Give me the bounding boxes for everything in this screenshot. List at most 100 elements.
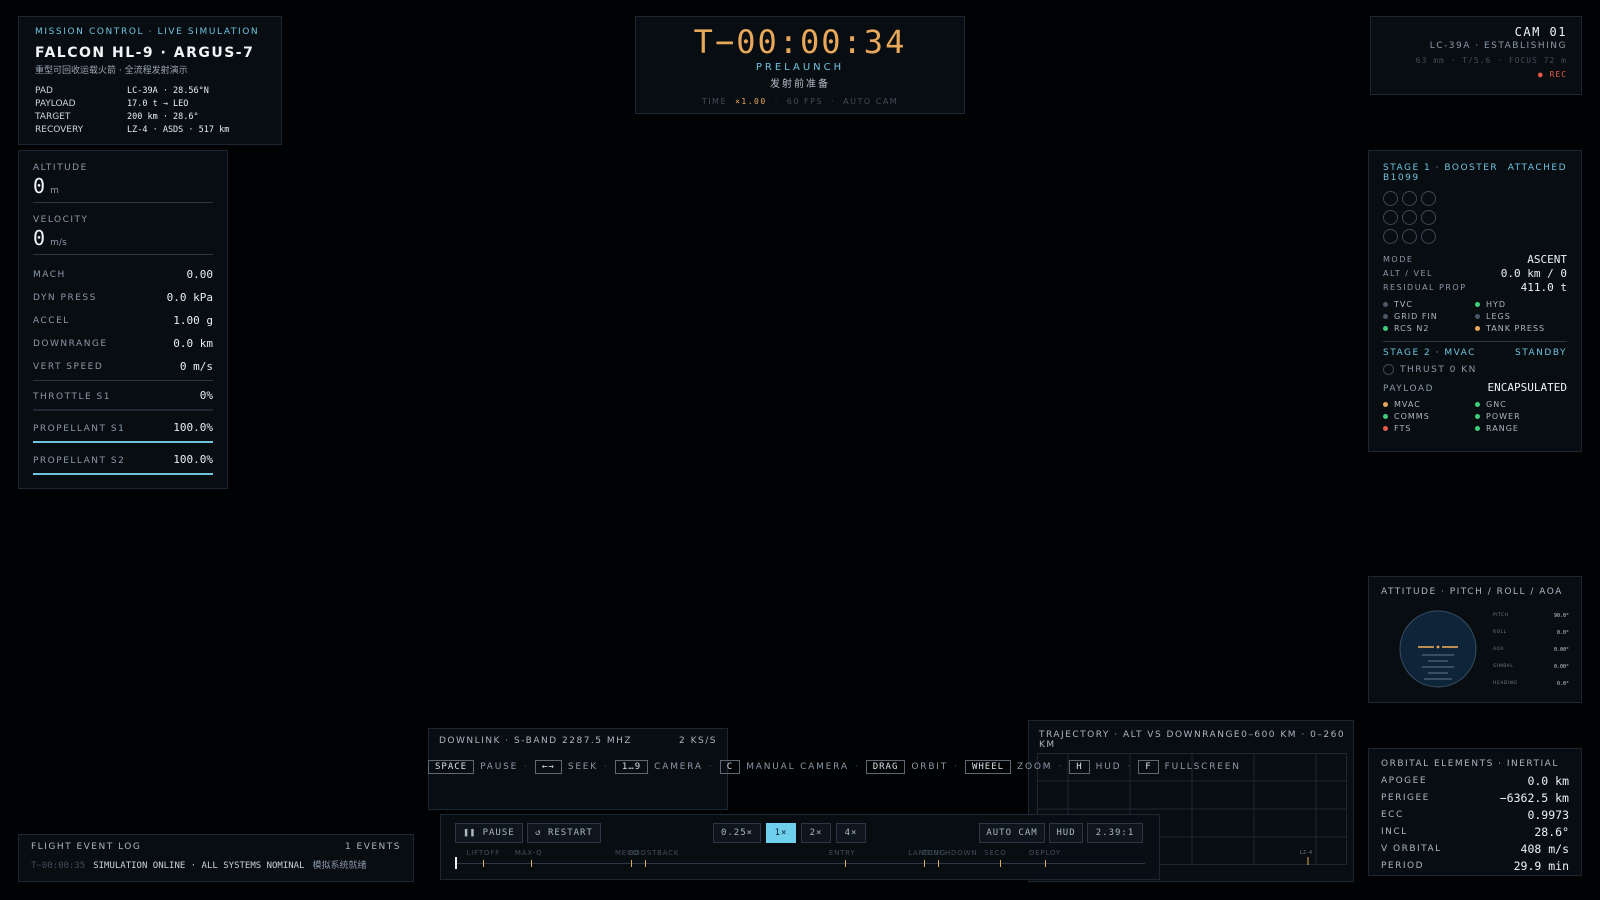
timeline-event-label: SECO bbox=[984, 849, 1007, 857]
telemetry-list: MACH 0.00 DYN PRESS 0.0 kPa ACCEL 1.00 g DOWNR… bbox=[33, 263, 213, 378]
shortcut-key-zoom: WHEEL bbox=[964, 760, 1012, 774]
system-label: MVAC bbox=[1394, 400, 1421, 409]
mission-info-key: PAD bbox=[35, 85, 53, 96]
stage1-readout-value: ASCENT bbox=[1527, 252, 1567, 266]
stage1-readout-value: 0.0 km / 0 bbox=[1500, 266, 1567, 280]
attitude-key: ROLL bbox=[1493, 630, 1507, 635]
engine-6 bbox=[1421, 210, 1436, 225]
engine-4 bbox=[1383, 210, 1398, 225]
shortcut-separator: · bbox=[524, 762, 527, 772]
system-label: TANK PRESS bbox=[1486, 324, 1546, 333]
attitude-value: 0.0° bbox=[1556, 680, 1569, 687]
attitude-readout-row: ROLL 0.0° bbox=[1493, 624, 1569, 641]
system-label: POWER bbox=[1486, 412, 1521, 421]
mission-info-key: RECOVERY bbox=[35, 124, 84, 135]
telemetry-key: MACH bbox=[33, 269, 66, 280]
telemetry-key: DOWNRANGE bbox=[33, 338, 108, 349]
mission-info-key: TARGET bbox=[35, 111, 71, 122]
timeline-playhead[interactable] bbox=[455, 857, 457, 869]
stage1-readout-key: RESIDUAL PROP bbox=[1383, 282, 1467, 292]
stage2-system-range: RANGE bbox=[1475, 424, 1567, 433]
telemetry-key: ACCEL bbox=[33, 315, 70, 326]
engine-7 bbox=[1383, 229, 1398, 244]
mission-panel: MISSION CONTROL · LIVE SIMULATION FALCON… bbox=[18, 16, 282, 145]
aspect-ratio-button[interactable]: 2.39:1 bbox=[1087, 823, 1143, 843]
telemetry-value: 0 m/s bbox=[179, 360, 213, 373]
pause-button[interactable]: ❚❚ PAUSE bbox=[455, 823, 523, 843]
fps-readout: 60 FPS bbox=[786, 97, 824, 106]
shortcut-label: MANUAL CAMERA bbox=[746, 762, 849, 772]
stage1-system-hyd: HYD bbox=[1475, 300, 1567, 309]
altitude-label: ALTITUDE bbox=[33, 163, 88, 173]
orbital-row: APOGEE 0.0 km bbox=[1381, 772, 1569, 789]
orbital-row: PERIGEE −6362.5 km bbox=[1381, 789, 1569, 806]
orbital-value: 0.0 km bbox=[1527, 773, 1569, 788]
camera-specs: 63 mm · T/5.6 · FOCUS 72 m bbox=[1415, 56, 1567, 65]
shortcut-key-manual-camera: C bbox=[719, 760, 741, 774]
stage1-system-grid-fin: GRID FIN bbox=[1383, 312, 1475, 321]
system-label: GRID FIN bbox=[1394, 312, 1438, 321]
orbital-title: ORBITAL ELEMENTS · INERTIAL bbox=[1381, 759, 1559, 769]
speed-2x-button[interactable]: 2× bbox=[801, 823, 831, 843]
telemetry-row: ACCEL 1.00 g bbox=[33, 309, 213, 332]
orbital-key: INCL bbox=[1381, 826, 1408, 837]
lz4-marker: LZ-4 bbox=[1300, 850, 1312, 856]
system-label: COMMS bbox=[1394, 412, 1430, 421]
mission-subtitle: 重型可回收运载火箭 · 全流程发射演示 bbox=[35, 66, 188, 76]
attitude-readout-row: GIMBAL 0.00° bbox=[1493, 658, 1569, 675]
propellant-s2-value: 100.0% bbox=[173, 453, 213, 466]
stage1-engine-grid bbox=[1383, 191, 1567, 244]
timeline-event-label: LIFTOFF bbox=[466, 849, 500, 857]
mission-info-row: PAD LC-39A · 28.56°N bbox=[35, 84, 265, 97]
timeline-event-label: ENTRY bbox=[828, 849, 856, 857]
attitude-panel: ATTITUDE · PITCH / ROLL / AOA PITCH 90.0°… bbox=[1368, 576, 1582, 703]
velocity-readout: 0 m/s bbox=[33, 226, 213, 250]
timeline-event-tick bbox=[630, 860, 632, 867]
attitude-key: PITCH bbox=[1493, 613, 1509, 618]
speed-0-25x-button[interactable]: 0.25× bbox=[713, 823, 761, 843]
mission-info-value: LZ-4 · ASDS · 517 km bbox=[127, 124, 230, 135]
orbital-readouts: APOGEE 0.0 km PERIGEE −6362.5 km ECC 0.9973 IN… bbox=[1381, 772, 1569, 874]
attitude-value: 0.00° bbox=[1553, 663, 1569, 670]
stage1-readout-row: RESIDUAL PROP 411.0 t bbox=[1383, 280, 1567, 294]
event-time: T−00:00:35 bbox=[31, 861, 86, 871]
orbital-key: PERIOD bbox=[1381, 860, 1425, 871]
stage1-title: STAGE 1 · BOOSTER B1099 bbox=[1383, 163, 1499, 183]
system-label: LEGS bbox=[1486, 312, 1511, 321]
auto-cam-button[interactable]: AUTO CAM bbox=[979, 823, 1045, 843]
attitude-value: 0.00° bbox=[1553, 646, 1569, 653]
speed-1x-button[interactable]: 1× bbox=[766, 823, 796, 843]
hud-toggle-button[interactable]: HUD bbox=[1049, 823, 1083, 843]
timeline-scrubber[interactable]: LIFTOFF MAX-Q MECO BOOSTBACK ENTRY LANDING TOU… bbox=[455, 849, 1145, 873]
timeline-event-label: MAX-Q bbox=[514, 849, 543, 857]
propellant-s1-bar bbox=[33, 441, 213, 443]
speed-4x-button[interactable]: 4× bbox=[836, 823, 866, 843]
telemetry-value: 0.0 km bbox=[173, 337, 213, 350]
shortcut-separator: · bbox=[1127, 762, 1131, 772]
stage-status-panel: STAGE 1 · BOOSTER B1099 ATTACHED MODE ASC… bbox=[1368, 150, 1582, 452]
camera-name: CAM 01 bbox=[1514, 25, 1567, 39]
time-label: TIME bbox=[701, 97, 728, 106]
shortcut-separator: · bbox=[604, 762, 607, 772]
orbital-key: APOGEE bbox=[1381, 775, 1428, 786]
engine-9 bbox=[1421, 229, 1436, 244]
propellant-s2-fill bbox=[33, 473, 213, 475]
stage1-status: ATTACHED bbox=[1507, 163, 1567, 173]
shortcut-separator: · bbox=[954, 762, 957, 772]
mission-info-value: LC-39A · 28.56°N bbox=[127, 85, 209, 96]
system-label: GNC bbox=[1486, 400, 1507, 409]
propellant-s2-label: PROPELLANT S2 bbox=[33, 456, 126, 466]
orbital-value: 28.6° bbox=[1534, 824, 1569, 839]
payload-row: PAYLOAD ENCAPSULATED bbox=[1383, 381, 1567, 394]
telemetry-panel: ALTITUDE 0 m VELOCITY 0 m/s MACH 0.00 DYN … bbox=[18, 150, 228, 489]
engine-2 bbox=[1402, 191, 1417, 206]
cam-mode-readout: AUTO CAM bbox=[843, 97, 899, 106]
timeline-event-tick bbox=[1000, 860, 1002, 867]
telemetry-row: VERT SPEED 0 m/s bbox=[33, 355, 213, 378]
event-log-title: FLIGHT EVENT LOG bbox=[31, 842, 142, 852]
restart-button[interactable]: ↺ RESTART bbox=[527, 823, 601, 843]
telemetry-value: 0.00 bbox=[186, 268, 214, 281]
trajectory-header: TRAJECTORY · ALT VS DOWNRANGE0–600 KM · … bbox=[1039, 730, 1353, 750]
timeline-event-tick bbox=[924, 860, 926, 867]
timeline-event-tick bbox=[1044, 860, 1046, 867]
